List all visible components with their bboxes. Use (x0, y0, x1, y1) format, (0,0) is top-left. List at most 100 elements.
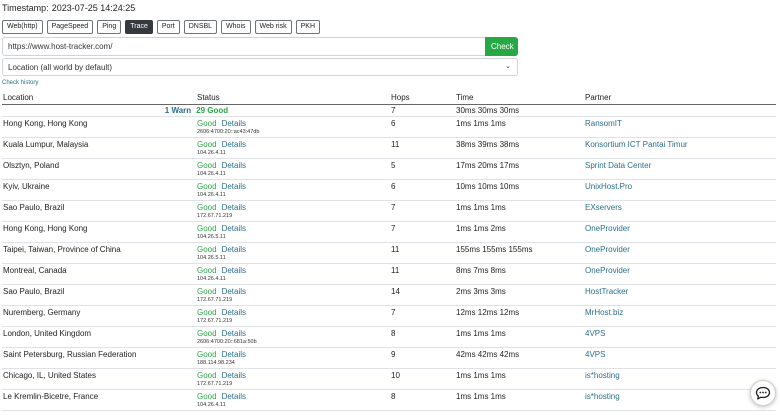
partner-link[interactable]: UnixHost.Pro (585, 182, 632, 191)
details-link[interactable]: Details (222, 119, 246, 128)
partner-link[interactable]: MrHost.biz (585, 308, 623, 317)
partner-link[interactable]: OneProvider (585, 266, 630, 275)
good-status-link[interactable]: Good (197, 371, 217, 380)
good-status-link[interactable]: Good (197, 182, 217, 191)
tab-pagespeed[interactable]: PageSpeed (46, 20, 94, 34)
partner-link[interactable]: is*hosting (585, 371, 620, 380)
details-link[interactable]: Details (222, 371, 246, 380)
summary-warn[interactable]: 1 Warn (165, 106, 191, 115)
summary-row: 1 Warn 29 Good 7 30ms 30ms 30ms (2, 104, 776, 117)
details-link[interactable]: Details (222, 350, 246, 359)
details-link[interactable]: Details (222, 182, 246, 191)
location-select-value: Location (all world by default) (8, 62, 113, 72)
row-status: Good Details 172.67.71.219 (196, 200, 390, 222)
good-status-link[interactable]: Good (197, 308, 217, 317)
tab-whois[interactable]: Whois (221, 20, 251, 34)
summary-good[interactable]: 29 Good (196, 106, 228, 115)
partner-link[interactable]: Konsortium ICT Pantai Timur (585, 140, 688, 149)
good-status-link[interactable]: Good (197, 203, 217, 212)
header-status: Status (196, 92, 390, 105)
partner-link[interactable]: 4VPS (585, 329, 605, 338)
good-status-link[interactable]: Good (197, 224, 217, 233)
chevron-down-icon: ⌄ (505, 63, 511, 70)
summary-time: 30ms 30ms 30ms (455, 104, 584, 117)
details-link[interactable]: Details (222, 161, 246, 170)
partner-link[interactable]: is*hosting (585, 392, 620, 401)
tab-dnsbl[interactable]: DNSBL (183, 20, 218, 34)
check-history-link[interactable]: Check history (2, 80, 38, 86)
location-select[interactable]: Location (all world by default) ⌄ (2, 58, 518, 76)
chat-button[interactable] (750, 380, 776, 406)
good-status-link[interactable]: Good (197, 350, 217, 359)
table-row: Sao Paulo, Brazil Good Details 172.67.71.21… (2, 284, 776, 306)
tab-trace[interactable]: Trace (125, 20, 153, 34)
header-partner: Partner (584, 92, 776, 105)
good-status-link[interactable]: Good (197, 329, 217, 338)
check-button[interactable]: Check (485, 37, 518, 56)
results-table: Location Status Hops Time Partner 1 Warn… (2, 92, 776, 411)
row-location: Olsztyn, Poland (2, 158, 196, 180)
row-status: Good Details 172.67.71.219 (196, 368, 390, 390)
row-time: 1ms 1ms 2ms (455, 221, 584, 243)
row-time: 2ms 3ms 3ms (455, 284, 584, 306)
tab-web-risk[interactable]: Web risk (254, 20, 292, 34)
partner-link[interactable]: HostTracker (585, 287, 628, 296)
tab-ping[interactable]: Ping (97, 20, 122, 34)
tab-pkh[interactable]: PKH (295, 20, 321, 34)
row-location: Montreal, Canada (2, 263, 196, 285)
details-link[interactable]: Details (222, 203, 246, 212)
tab-port[interactable]: Port (156, 20, 180, 34)
details-link[interactable]: Details (222, 329, 246, 338)
good-status-link[interactable]: Good (197, 119, 217, 128)
details-link[interactable]: Details (222, 287, 246, 296)
details-link[interactable]: Details (222, 140, 246, 149)
page: Timestamp: 2023-07-25 14:24:25 Web(http) P… (0, 0, 780, 415)
good-status-link[interactable]: Good (197, 161, 217, 170)
partner-link[interactable]: OneProvider (585, 224, 630, 233)
details-link[interactable]: Details (222, 245, 246, 254)
row-status: Good Details 104.26.4.11 (196, 137, 390, 159)
good-status-link[interactable]: Good (197, 392, 217, 401)
row-time: 1ms 1ms 1ms (455, 389, 584, 411)
url-input[interactable] (2, 37, 485, 56)
row-location: London, United Kingdom (2, 326, 196, 348)
partner-link[interactable]: EXservers (585, 203, 622, 212)
row-ip: 172.67.71.219 (197, 296, 233, 303)
row-location: Le Kremlin-Bicetre, France (2, 389, 196, 411)
row-time: 155ms 155ms 155ms (455, 242, 584, 264)
good-status-link[interactable]: Good (197, 287, 217, 296)
row-time: 12ms 12ms 12ms (455, 305, 584, 327)
table-row: Saint Petersburg, Russian Federation Good… (2, 347, 776, 369)
row-hops: 6 (390, 179, 455, 201)
header-location: Location (2, 92, 196, 105)
timestamp-label: Timestamp: (2, 3, 49, 13)
details-link[interactable]: Details (222, 392, 246, 401)
good-status-link[interactable]: Good (197, 266, 217, 275)
details-link[interactable]: Details (222, 224, 246, 233)
partner-link[interactable]: Sprint Data Center (585, 161, 651, 170)
row-location: Hong Kong, Hong Kong (2, 116, 196, 138)
row-hops: 7 (390, 200, 455, 222)
row-ip: 172.67.71.219 (197, 212, 233, 219)
partner-link[interactable]: RansomIT (585, 119, 622, 128)
row-ip: 104.26.4.11 (197, 275, 226, 282)
row-location: Kuala Lumpur, Malaysia (2, 137, 196, 159)
timestamp-value: 2023-07-25 14:24:25 (51, 3, 136, 13)
row-time: 42ms 42ms 42ms (455, 347, 584, 369)
table-row: Nuremberg, Germany Good Details 172.67.71.2… (2, 305, 776, 327)
row-time: 38ms 39ms 38ms (455, 137, 584, 159)
good-status-link[interactable]: Good (197, 140, 217, 149)
partner-link[interactable]: 4VPS (585, 350, 605, 359)
row-status: Good Details 104.26.4.11 (196, 158, 390, 180)
row-status: Good Details 172.67.71.219 (196, 305, 390, 327)
details-link[interactable]: Details (222, 266, 246, 275)
tab-web-http[interactable]: Web(http) (2, 20, 43, 34)
partner-link[interactable]: OneProvider (585, 245, 630, 254)
row-status: Good Details 172.67.71.219 (196, 284, 390, 306)
row-partner: OneProvider (584, 242, 776, 264)
row-hops: 8 (390, 326, 455, 348)
good-status-link[interactable]: Good (197, 245, 217, 254)
details-link[interactable]: Details (222, 308, 246, 317)
row-ip: 172.67.71.219 (197, 380, 233, 387)
row-ip: 104.26.4.11 (197, 170, 226, 177)
